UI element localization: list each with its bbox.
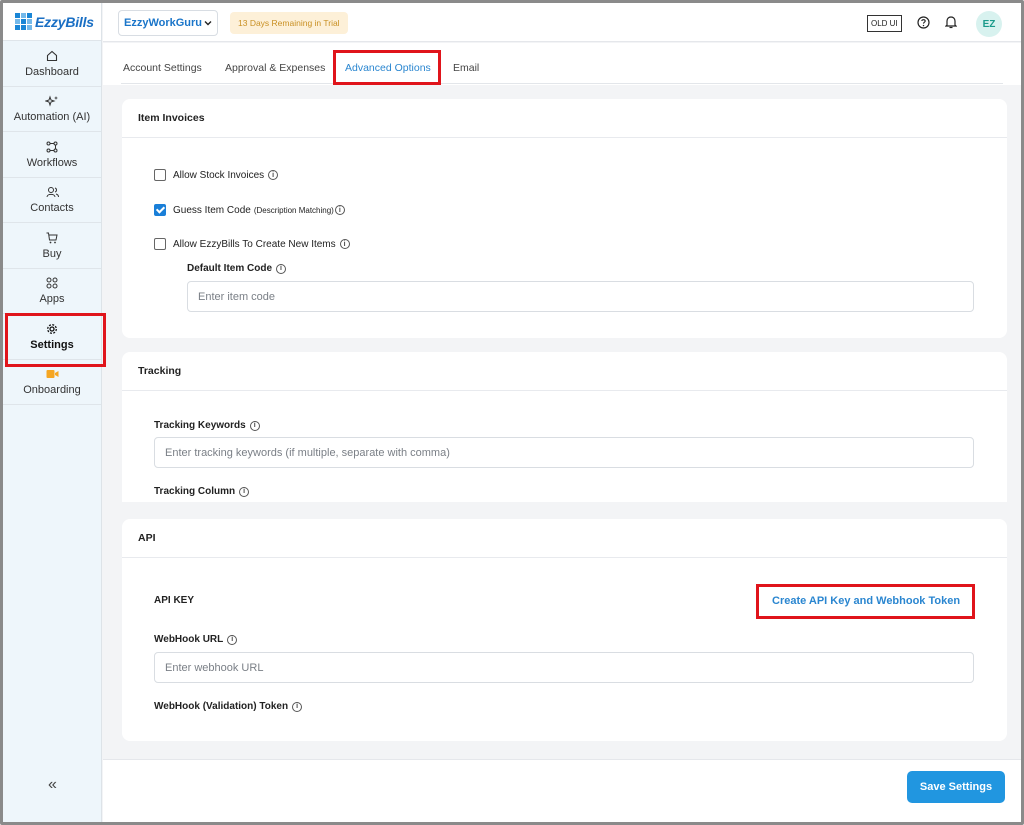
- sidebar-item-buy[interactable]: Buy: [3, 223, 101, 269]
- apps-icon: [46, 276, 58, 290]
- info-icon[interactable]: i: [276, 263, 287, 274]
- tracking-keywords-label-row: Tracking Keywords i: [154, 420, 260, 431]
- guess-item-code-row[interactable]: Guess Item Code (Description Matching) i: [154, 204, 345, 216]
- logo-icon: [15, 13, 32, 30]
- home-icon: [46, 49, 58, 63]
- sidebar-item-label: Onboarding: [23, 384, 81, 397]
- info-icon[interactable]: i: [249, 420, 260, 431]
- collapse-sidebar-button[interactable]: «: [3, 776, 102, 794]
- bottom-bar: Save Settings: [103, 759, 1021, 822]
- sidebar-item-contacts[interactable]: Contacts: [3, 178, 101, 223]
- sidebar-item-label: Contacts: [30, 202, 74, 215]
- allow-create-items-label: Allow EzzyBills To Create New Items: [173, 238, 336, 250]
- tab-email[interactable]: Email: [453, 62, 479, 74]
- sidebar-item-dashboard[interactable]: Dashboard: [3, 41, 101, 87]
- tracking-keywords-label: Tracking Keywords: [154, 420, 246, 431]
- app-window: EzzyBills Dashboard Automation (AI) Work…: [0, 0, 1024, 825]
- webhook-url-input[interactable]: Enter webhook URL: [154, 652, 974, 683]
- create-key-highlight-box: [756, 584, 975, 619]
- old-ui-button[interactable]: OLD UI: [867, 15, 902, 32]
- tracking-title: Tracking: [122, 352, 1007, 391]
- info-icon[interactable]: i: [227, 634, 238, 645]
- cart-icon: [46, 231, 58, 245]
- default-item-code-label: Default Item Code: [187, 263, 273, 274]
- api-card: API API KEY Create API Key and Webhook T…: [122, 519, 1007, 741]
- allow-stock-invoices-checkbox[interactable]: [154, 169, 166, 181]
- tabs-divider: [121, 83, 1003, 84]
- allow-stock-invoices-row[interactable]: Allow Stock Invoices i: [154, 169, 279, 181]
- chevron-down-icon: [204, 17, 212, 29]
- item-invoices-title: Item Invoices: [122, 99, 1007, 138]
- webhook-url-label: WebHook URL: [154, 634, 224, 645]
- info-icon[interactable]: i: [339, 239, 350, 249]
- tracking-column-label: Tracking Column: [154, 486, 236, 497]
- sidebar-item-automation[interactable]: Automation (AI): [3, 87, 101, 132]
- default-item-code-input[interactable]: Enter item code: [187, 281, 974, 312]
- guess-item-code-label: Guess Item Code: [173, 204, 251, 216]
- tab-account-settings[interactable]: Account Settings: [123, 62, 202, 74]
- tab-highlight-box: [333, 50, 441, 85]
- allow-stock-invoices-label: Allow Stock Invoices: [173, 169, 265, 181]
- sidebar-item-label: Settings: [30, 338, 74, 351]
- sidebar-item-label: Apps: [39, 293, 65, 306]
- tracking-card: Tracking Tracking Keywords i Enter track…: [122, 352, 1007, 502]
- organization-selector[interactable]: EzzyWorkGuru: [118, 10, 218, 36]
- brand-name: EzzyBills: [35, 13, 94, 30]
- guess-item-code-checkbox[interactable]: [154, 204, 166, 216]
- allow-create-items-row[interactable]: Allow EzzyBills To Create New Items i: [154, 238, 350, 250]
- sidebar-item-label: Buy: [42, 247, 62, 260]
- workflow-icon: [46, 140, 58, 154]
- logo[interactable]: EzzyBills: [3, 3, 101, 41]
- sidebar-item-label: Dashboard: [25, 65, 79, 78]
- trial-badge: 13 Days Remaining in Trial: [230, 12, 348, 34]
- sidebar-item-workflows[interactable]: Workflows: [3, 132, 101, 178]
- guess-item-code-note: (Description Matching): [253, 205, 334, 215]
- info-icon[interactable]: i: [292, 701, 303, 712]
- tracking-column-label-row: Tracking Column i: [154, 486, 250, 497]
- info-icon[interactable]: i: [239, 486, 250, 497]
- item-invoices-card: Item Invoices Allow Stock Invoices i Gue…: [122, 99, 1007, 338]
- sidebar-item-label: Workflows: [26, 156, 78, 169]
- contacts-icon: [46, 185, 59, 199]
- info-icon[interactable]: i: [268, 170, 279, 180]
- sparkle-icon: [45, 94, 59, 108]
- webhook-url-label-row: WebHook URL i: [154, 634, 238, 645]
- api-key-label: API KEY: [154, 595, 195, 606]
- default-item-code-label-row: Default Item Code i: [187, 263, 287, 274]
- allow-create-items-checkbox[interactable]: [154, 238, 166, 250]
- video-icon: [46, 367, 59, 381]
- top-bar: EzzyWorkGuru 13 Days Remaining in Trial …: [103, 3, 1021, 42]
- sidebar-item-settings[interactable]: Settings: [3, 313, 106, 367]
- help-icon[interactable]: [917, 16, 930, 34]
- sidebar-item-apps[interactable]: Apps: [3, 269, 101, 314]
- save-settings-button[interactable]: Save Settings: [907, 771, 1005, 803]
- tracking-keywords-input[interactable]: Enter tracking keywords (if multiple, se…: [154, 437, 974, 468]
- webhook-token-label: WebHook (Validation) Token: [154, 701, 289, 712]
- info-icon[interactable]: i: [334, 205, 345, 215]
- webhook-token-label-row: WebHook (Validation) Token i: [154, 701, 303, 712]
- settings-tabs: Account Settings Approval & Expenses Adv…: [103, 43, 1021, 85]
- organization-name: EzzyWorkGuru: [123, 17, 203, 29]
- avatar[interactable]: EZ: [976, 11, 1002, 37]
- sidebar-item-onboarding[interactable]: Onboarding: [3, 360, 101, 405]
- sidebar-item-label: Automation (AI): [13, 111, 91, 124]
- tab-approval-expenses[interactable]: Approval & Expenses: [225, 62, 325, 74]
- notification-bell-icon[interactable]: [944, 15, 958, 34]
- api-title: API: [122, 519, 1007, 558]
- gear-icon: [46, 322, 58, 336]
- sidebar: EzzyBills Dashboard Automation (AI) Work…: [3, 3, 106, 822]
